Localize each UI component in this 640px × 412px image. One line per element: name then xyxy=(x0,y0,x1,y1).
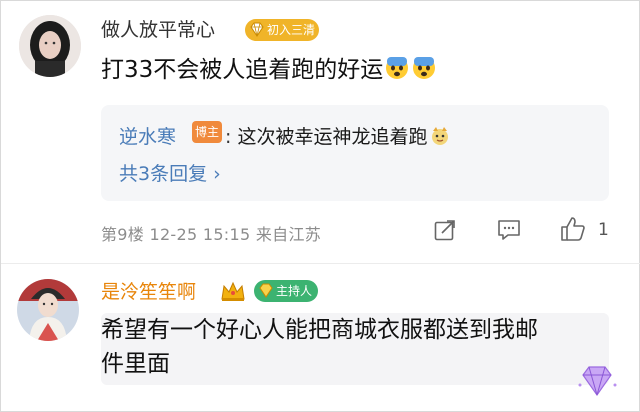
comment-text-line: 件里面 xyxy=(101,351,170,377)
username[interactable]: 是泠笙笙啊 xyxy=(101,283,196,302)
comment-text: 希望有一个好心人能把商城衣服都送到我邮 件里面 xyxy=(101,313,609,385)
gem-icon xyxy=(578,366,617,397)
fearful-emoji xyxy=(386,57,409,79)
avatar[interactable] xyxy=(19,15,81,77)
avatar[interactable] xyxy=(17,279,79,341)
crown-icon xyxy=(221,281,245,301)
comment-text-line: 希望有一个好心人能把商城衣服都送到我邮 xyxy=(101,317,538,343)
comment-text-body: 打33不会被人追着跑的好运 xyxy=(101,57,384,83)
like-count: 1 xyxy=(598,220,609,240)
user-badge[interactable]: 初入三清 xyxy=(245,19,319,41)
fearful-emoji xyxy=(413,57,436,79)
comment-meta: 第9楼 12-25 15:15 来自江苏 xyxy=(101,225,322,244)
username[interactable]: 做人放平常心 xyxy=(101,21,215,40)
reply-preview[interactable]: 逆水寒 博主 : 这次被幸运神龙追着跑 共3条回复 › xyxy=(101,105,609,201)
dragon-emoji xyxy=(432,127,449,145)
reply-text-body: 这次被幸运神龙追着跑 xyxy=(237,126,428,148)
like-icon[interactable] xyxy=(559,216,587,242)
badge-label: 主持人 xyxy=(276,284,313,298)
diamond-icon xyxy=(250,22,264,37)
reply-author[interactable]: 逆水寒 xyxy=(119,122,176,149)
comment-text: 打33不会被人追着跑的好运 xyxy=(101,53,437,87)
divider xyxy=(1,263,640,264)
share-icon[interactable] xyxy=(433,218,457,242)
diamond-icon xyxy=(259,283,273,298)
user-badge[interactable]: 主持人 xyxy=(254,280,318,302)
comment-feed: 做人放平常心 初入三清 打33不会被人追着跑的好运 逆水寒 博主 : 这次被幸运… xyxy=(0,0,640,412)
host-tag: 博主 xyxy=(192,121,222,143)
badge-label: 初入三清 xyxy=(267,23,316,37)
comment-icon[interactable] xyxy=(496,218,522,242)
view-replies-link[interactable]: 共3条回复 › xyxy=(119,159,221,186)
reply-text: : 这次被幸运神龙追着跑 xyxy=(225,122,451,149)
